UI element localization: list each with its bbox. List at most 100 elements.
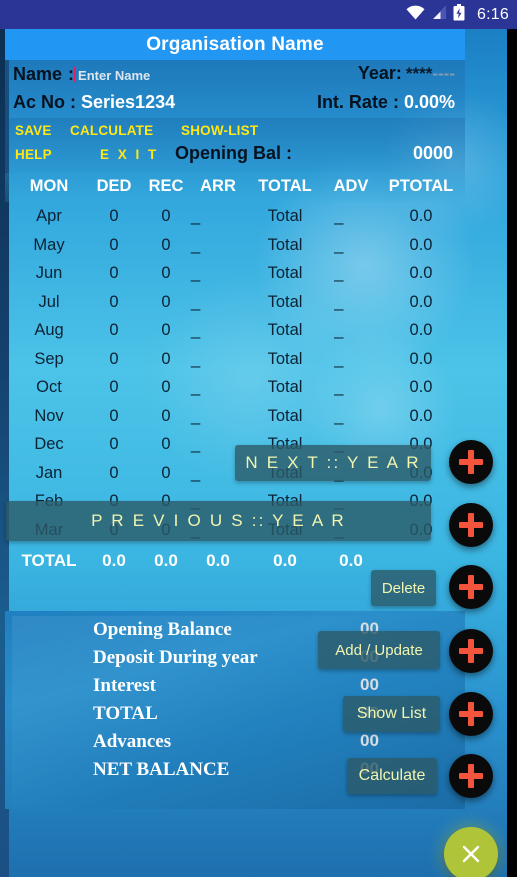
cell-ded: 0 xyxy=(109,378,119,396)
next-year-button[interactable]: N E X T :: Y E A R xyxy=(235,445,431,481)
opening-balance-value: 0000 xyxy=(412,143,453,163)
summary-value: 00 xyxy=(360,675,379,694)
cell-arr: _ xyxy=(191,406,201,425)
account-number-field[interactable]: Ac No : Series1234 xyxy=(13,92,175,113)
cell-rec: 0 xyxy=(161,463,171,482)
year-field[interactable]: Year: **** ---- xyxy=(358,63,455,84)
calculate-button[interactable]: CALCULATE xyxy=(70,123,153,138)
cell-arr: _ xyxy=(191,264,201,282)
acno-label: Ac No xyxy=(13,92,66,112)
cell-ptotal: 0.0 xyxy=(409,207,433,225)
cell-arr: _ xyxy=(191,235,201,254)
cell-ptotal: 0.0 xyxy=(409,235,433,254)
add-fab-5[interactable] xyxy=(449,692,493,736)
cell-month: Aug xyxy=(34,321,64,339)
summary-label: NET BALANCE xyxy=(93,759,230,780)
cell-adv: _ xyxy=(334,321,344,339)
app-root: 6:16 Organisation Name Name : Enter Name… xyxy=(0,0,517,877)
cell-arr: _ xyxy=(191,321,201,339)
table-row[interactable]: Aug 0 0 _ Total _ 0.0 xyxy=(5,317,465,346)
cell-total: Total xyxy=(267,349,303,368)
add-fab-6[interactable] xyxy=(449,754,493,798)
cell-total: Total xyxy=(267,264,303,282)
info-row-account: Ac No : Series1234 Int. Rate : 0.00% xyxy=(5,89,465,118)
year-label: Year: xyxy=(357,63,402,83)
cell-ptotal: 0.0 xyxy=(409,406,433,425)
rate-label: Int. Rate xyxy=(316,92,388,112)
plus-icon xyxy=(459,450,483,474)
name-field[interactable]: Name : Enter Name xyxy=(13,64,150,85)
delete-button[interactable]: Delete xyxy=(371,570,436,606)
cell-month: Nov xyxy=(34,406,64,425)
name-label: Name xyxy=(13,64,63,84)
col-header-arr: ARR xyxy=(200,177,236,195)
table-row[interactable]: Sep 0 0 _ Total _ 0.0 xyxy=(5,346,465,375)
exit-button[interactable]: E X I T xyxy=(100,147,159,162)
acno-value: Series1234 xyxy=(81,92,176,112)
previous-year-button[interactable]: P R E V I O U S :: Y E A R xyxy=(6,501,431,541)
table-row[interactable]: Jul 0 0 _ Total _ 0.0 xyxy=(5,289,465,318)
col-header-mon: MON xyxy=(29,177,69,195)
cell-adv: _ xyxy=(334,406,344,425)
add-fab-4[interactable] xyxy=(449,629,493,673)
cell-adv: _ xyxy=(334,378,344,396)
close-fab[interactable] xyxy=(444,827,498,877)
battery-charging-icon xyxy=(453,3,465,26)
cell-total: Total xyxy=(267,378,303,396)
add-fab-3[interactable] xyxy=(449,565,493,609)
cell-rec: 0 xyxy=(161,349,171,368)
table-row[interactable]: Oct 0 0 _ Total _ 0.0 xyxy=(5,374,465,403)
help-button[interactable]: HELP xyxy=(15,147,52,162)
table-row[interactable]: Nov 0 0 _ Total _ 0.0 xyxy=(5,403,465,432)
cell-total: Total xyxy=(267,406,303,425)
add-fab-2[interactable] xyxy=(449,503,493,547)
cell-month: Oct xyxy=(36,378,62,396)
cell-month: Jul xyxy=(38,292,60,311)
show-list-button[interactable]: SHOW-LIST xyxy=(181,123,258,138)
total-cell-total: 0.0 xyxy=(273,551,297,570)
cell-ded: 0 xyxy=(109,349,119,368)
add-fab-1[interactable] xyxy=(449,440,493,484)
summary-label: Advances xyxy=(93,731,172,752)
cell-rec: 0 xyxy=(161,235,171,254)
name-input[interactable]: Enter Name xyxy=(74,67,151,83)
cell-total: Total xyxy=(267,235,303,254)
name-placeholder: Enter Name xyxy=(78,68,151,83)
status-bar-clock: 6:16 xyxy=(477,5,509,23)
plus-icon xyxy=(459,639,483,663)
cell-ded: 0 xyxy=(109,235,119,254)
interest-rate-field[interactable]: Int. Rate : 0.00% xyxy=(317,92,455,113)
cell-ptotal: 0.0 xyxy=(409,321,433,339)
cell-adv: _ xyxy=(334,207,344,225)
cell-rec: 0 xyxy=(161,378,171,396)
close-icon xyxy=(460,843,482,865)
calculate-overlay-button[interactable]: Calculate xyxy=(347,758,437,794)
table-row[interactable]: May 0 0 _ Total _ 0.0 xyxy=(5,232,465,261)
summary-row: Advances 00 xyxy=(5,731,465,759)
cell-arr: _ xyxy=(191,349,201,368)
cell-rec: 0 xyxy=(161,264,171,282)
text-caret xyxy=(74,67,77,82)
col-header-ptotal: PTOTAL xyxy=(388,177,454,195)
add-update-button[interactable]: Add / Update xyxy=(318,631,440,669)
show-list-overlay-button[interactable]: Show List xyxy=(343,696,440,732)
total-cell-adv: 0.0 xyxy=(339,551,363,570)
info-row-name: Name : Enter Name Year: **** ---- xyxy=(5,60,465,89)
cell-rec: 0 xyxy=(161,406,171,425)
cell-month: May xyxy=(33,235,65,254)
cell-ptotal: 0.0 xyxy=(409,378,433,396)
table-row[interactable]: Apr 0 0 _ Total _ 0.0 xyxy=(5,203,465,232)
cell-month: Sep xyxy=(34,349,64,368)
cell-total: Total xyxy=(267,292,303,311)
cell-adv: _ xyxy=(334,235,344,254)
cell-arr: _ xyxy=(191,292,201,311)
save-button[interactable]: SAVE xyxy=(15,123,52,138)
cell-ptotal: 0.0 xyxy=(409,349,433,368)
total-cell-ded: 0.0 xyxy=(102,551,126,570)
table-row[interactable]: Jun 0 0 _ Total _ 0.0 xyxy=(5,260,465,289)
summary-label: TOTAL xyxy=(93,703,158,724)
account-info-block: Name : Enter Name Year: **** ---- Ac No :… xyxy=(5,60,465,118)
status-bar: 6:16 xyxy=(0,0,517,29)
cell-arr: _ xyxy=(191,435,201,453)
cell-arr: _ xyxy=(191,463,201,482)
